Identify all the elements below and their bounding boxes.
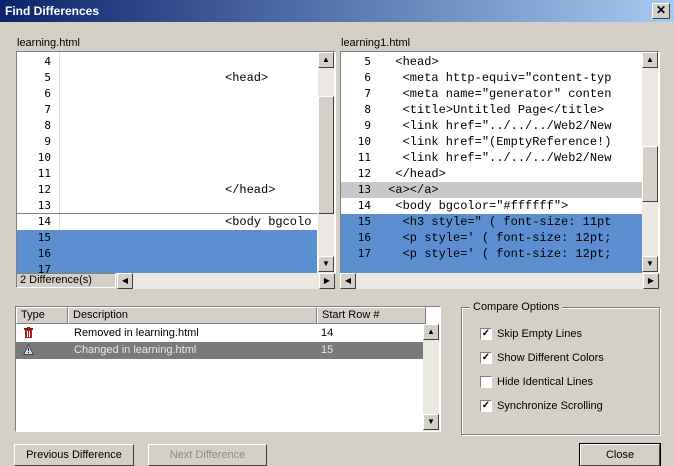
left-line-number: 11 — [37, 167, 51, 180]
table-vertical-scrollbar[interactable]: ▲ ▼ — [423, 324, 439, 431]
right-vertical-scrollbar[interactable]: ▲ ▼ — [642, 52, 658, 273]
scroll-right-icon[interactable]: ▶ — [319, 273, 335, 289]
next-difference-button[interactable]: Next Difference — [148, 444, 267, 466]
right-code-line: <head> — [381, 55, 439, 69]
scroll-down-icon[interactable]: ▼ — [318, 256, 334, 272]
right-line-number: 11 — [357, 151, 371, 164]
left-code-line: </head> — [225, 183, 276, 197]
right-code-line: <h3 style=" ( font-size: 11pt — [381, 215, 612, 229]
right-code-line: <link href="(EmptyReference!) — [381, 135, 612, 149]
scroll-left-icon[interactable]: ◀ — [117, 273, 133, 289]
table-row[interactable]: Removed in learning.html 14 — [16, 325, 424, 342]
right-line-number: 12 — [357, 167, 371, 180]
synchronize-scrolling-label: Synchronize Scrolling — [497, 400, 603, 412]
row-start-row: 14 — [321, 327, 334, 339]
right-code-line: <a></a> — [381, 183, 439, 197]
left-line-number: 15 — [17, 230, 57, 246]
window-title: Find Differences — [5, 4, 100, 18]
left-line-number: 12 — [37, 183, 51, 196]
right-code-line: <meta name="generator" conten — [381, 87, 612, 101]
row-description: Changed in learning.html — [74, 344, 197, 356]
left-filename: learning.html — [17, 37, 80, 49]
left-diff-block — [17, 230, 317, 273]
differences-table[interactable]: Type Description Start Row # Removed in … — [15, 306, 441, 432]
compare-options-title: Compare Options — [470, 301, 563, 313]
skip-empty-lines-checkbox[interactable]: ✓ — [480, 328, 492, 340]
left-horizontal-scrollbar[interactable]: ◀ ▶ — [117, 273, 335, 289]
left-line-number: 6 — [44, 87, 51, 100]
right-code-line: <p style=' ( font-size: 12pt; — [381, 231, 612, 245]
left-code-pane[interactable]: 4 5 6 7 8 9 10 11 12 13 14 15 16 17 <hea… — [16, 51, 336, 274]
right-line-number: 5 — [364, 55, 371, 68]
column-header-description[interactable]: Description — [68, 307, 317, 324]
left-line-number: 5 — [44, 71, 51, 84]
warning-icon — [23, 344, 34, 355]
right-code-pane[interactable]: 5 6 7 8 9 10 11 12 13 14 15 16 17 <head>… — [340, 51, 660, 274]
column-header-type[interactable]: Type — [16, 307, 68, 324]
close-icon[interactable]: ✕ — [652, 3, 670, 19]
right-line-number: 17 — [357, 247, 371, 260]
left-line-number: 16 — [17, 246, 57, 262]
previous-difference-button[interactable]: Previous Difference — [14, 444, 134, 466]
left-line-number: 13 — [37, 199, 51, 212]
scroll-up-icon[interactable]: ▲ — [318, 52, 334, 68]
left-code-line: <head> — [225, 71, 269, 85]
scroll-down-icon[interactable]: ▼ — [423, 414, 439, 430]
right-line-number: 7 — [364, 87, 371, 100]
right-line-number: 9 — [364, 119, 371, 132]
right-code-line: <link href="../../../Web2/New — [381, 151, 612, 165]
right-code-line: <body bgcolor="#ffffff"> — [381, 199, 569, 213]
right-code-line: <title>Untitled Page</title> — [381, 103, 605, 117]
right-code-line: <link href="../../../Web2/New — [381, 119, 612, 133]
scroll-up-icon[interactable]: ▲ — [423, 324, 439, 340]
show-different-colors-checkbox[interactable]: ✓ — [480, 352, 492, 364]
row-start-row: 15 — [321, 344, 334, 356]
right-code-line: <p style=' ( font-size: 12pt; — [381, 247, 612, 261]
right-line-number: 16 — [357, 231, 371, 244]
right-line-number: 14 — [357, 199, 371, 212]
left-line-number: 9 — [44, 135, 51, 148]
left-line-number: 8 — [44, 119, 51, 132]
left-code-line: <body bgcolo — [225, 215, 312, 229]
synchronize-scrolling-checkbox[interactable]: ✓ — [480, 400, 492, 412]
right-line-number: 13 — [357, 183, 371, 196]
compare-options-group: Compare Options — [461, 301, 660, 435]
row-description: Removed in learning.html — [74, 327, 199, 339]
right-line-number: 6 — [364, 71, 371, 84]
show-different-colors-label: Show Different Colors — [497, 352, 604, 364]
right-horizontal-scrollbar[interactable]: ◀ ▶ — [340, 273, 659, 289]
title-bar: Find Differences ✕ — [0, 0, 674, 22]
left-line-number: 4 — [44, 55, 51, 68]
left-line-number: 10 — [37, 151, 51, 164]
table-row[interactable]: Changed in learning.html 15 — [16, 342, 424, 359]
left-vertical-scrollbar[interactable]: ▲ ▼ — [318, 52, 334, 273]
left-line-number: 7 — [44, 103, 51, 116]
column-header-start-row[interactable]: Start Row # — [317, 307, 426, 324]
right-line-number: 8 — [364, 103, 371, 116]
left-scroll-thumb[interactable] — [318, 96, 334, 214]
hide-identical-lines-label: Hide Identical Lines — [497, 376, 594, 388]
right-code-line: <meta http-equiv="content-typ — [381, 71, 612, 85]
right-code-line: </head> — [381, 167, 446, 181]
hide-identical-lines-checkbox[interactable] — [480, 376, 492, 388]
scroll-down-icon[interactable]: ▼ — [642, 256, 658, 272]
right-line-number: 10 — [357, 135, 371, 148]
trash-icon — [24, 327, 33, 338]
scroll-up-icon[interactable]: ▲ — [642, 52, 658, 68]
scroll-right-icon[interactable]: ▶ — [643, 273, 659, 289]
left-line-number: 14 — [37, 215, 51, 228]
skip-empty-lines-label: Skip Empty Lines — [497, 328, 582, 340]
right-line-number: 15 — [357, 215, 371, 228]
right-scroll-thumb[interactable] — [642, 146, 658, 202]
diff-count-status: 2 Difference(s) — [16, 273, 116, 288]
close-button[interactable]: Close — [579, 443, 661, 466]
scroll-left-icon[interactable]: ◀ — [340, 273, 356, 289]
right-filename: learning1.html — [341, 37, 411, 49]
